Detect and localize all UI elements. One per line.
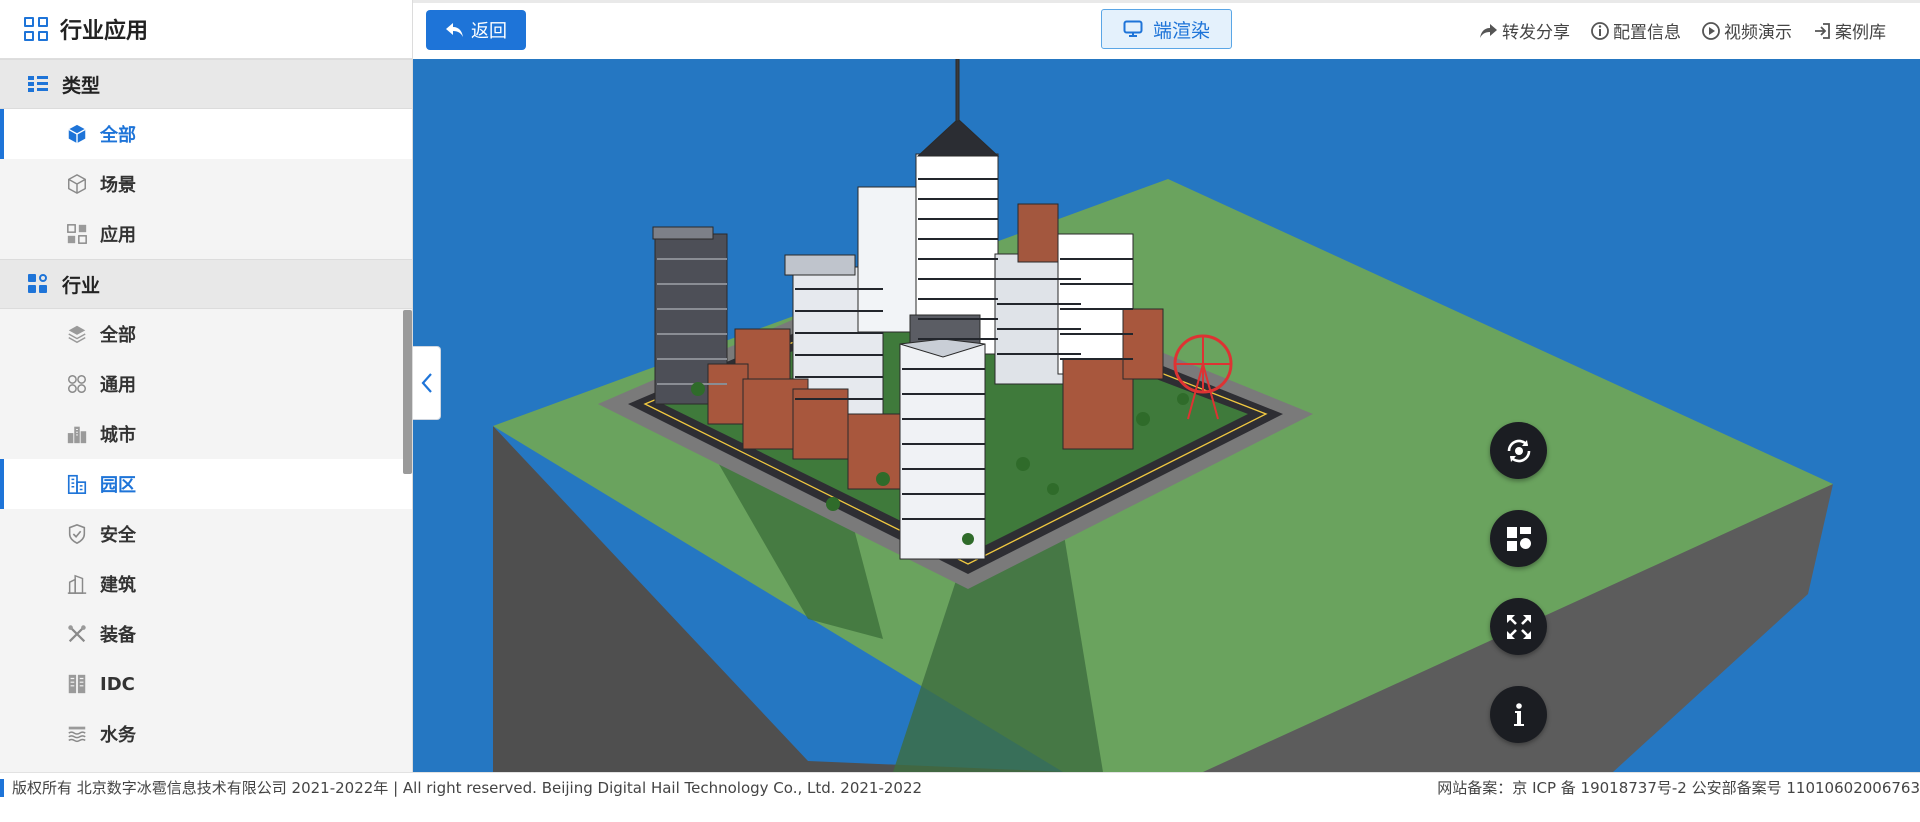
list-icon	[28, 75, 48, 93]
case-library-button[interactable]: 案例库	[1812, 18, 1886, 43]
industry-item-label: IDC	[100, 673, 135, 695]
top-actions: 转发分享 配置信息 视频演示 案例库	[1459, 18, 1886, 43]
share-button[interactable]: 转发分享	[1479, 18, 1570, 43]
expand-icon	[1506, 614, 1531, 639]
chevron-left-icon	[421, 373, 432, 393]
cube-filled-icon	[66, 123, 88, 145]
footer: 版权所有 北京数字冰雹信息技术有限公司 2021-2022年 | All rig…	[0, 772, 1920, 822]
industry-item-label: 安全	[100, 525, 136, 546]
back-arrow-icon	[446, 23, 463, 37]
video-demo-label: 视频演示	[1724, 23, 1792, 43]
industry-item-idc[interactable]: IDC	[0, 659, 412, 709]
industry-item-label: 水务	[100, 725, 136, 746]
back-button-label: 返回	[471, 21, 507, 42]
type-item-app[interactable]: 应用	[0, 209, 412, 259]
cube-outline-icon	[66, 173, 88, 195]
sidebar-title: 行业应用	[0, 0, 412, 59]
grid-icon	[24, 17, 48, 41]
section-header-industry[interactable]: 行业	[0, 259, 412, 309]
rotate-icon	[1507, 439, 1530, 462]
industry-item-park[interactable]: 园区	[0, 459, 412, 509]
industry-item-building[interactable]: 建筑	[0, 559, 412, 609]
login-icon	[1815, 22, 1830, 39]
industry-item-label: 城市	[100, 425, 136, 446]
config-info-label: 配置信息	[1613, 23, 1681, 43]
case-library-label: 案例库	[1835, 23, 1886, 43]
fullscreen-button[interactable]	[1490, 598, 1547, 655]
config-info-button[interactable]: 配置信息	[1590, 18, 1681, 43]
city-scene[interactable]	[413, 59, 1920, 772]
render-mode-label: 端渲染	[1152, 19, 1210, 42]
industry-item-all[interactable]: 全部	[0, 309, 412, 359]
layout-icon	[1506, 526, 1531, 551]
section-header-type[interactable]: 类型	[0, 59, 412, 109]
type-item-label: 应用	[100, 225, 136, 246]
info-icon	[1591, 21, 1609, 40]
shield-check-icon	[66, 523, 88, 545]
sidebar: 行业应用 类型 全部 场景 应用 行业 全部 通用 城市 园区 安全 建筑 装备…	[0, 0, 413, 772]
industry-item-label: 装备	[100, 625, 136, 646]
tools-icon	[66, 623, 88, 645]
city-icon	[66, 423, 88, 445]
video-demo-button[interactable]: 视频演示	[1701, 18, 1792, 43]
section-label-industry: 行业	[62, 274, 101, 297]
layers-icon	[66, 323, 88, 345]
park-buildings-icon	[66, 473, 88, 495]
icp-record-text: 网站备案：京 ICP 备 19018737号-2 公安部备案号 11010602…	[1437, 779, 1920, 797]
water-icon	[66, 723, 88, 745]
industry-item-city[interactable]: 城市	[0, 409, 412, 459]
industry-item-water[interactable]: 水务	[0, 709, 412, 759]
server-rack-icon	[66, 673, 88, 695]
type-item-label: 场景	[100, 175, 136, 196]
type-item-scene[interactable]: 场景	[0, 159, 412, 209]
app-grid-icon	[66, 223, 88, 245]
building-icon	[66, 573, 88, 595]
section-label-type: 类型	[62, 74, 101, 97]
industry-item-label: 园区	[100, 475, 136, 496]
collapse-sidebar-button[interactable]	[413, 346, 441, 420]
type-item-all[interactable]: 全部	[0, 109, 412, 159]
share-label: 转发分享	[1502, 23, 1570, 43]
render-mode-button[interactable]: 端渲染	[1101, 9, 1232, 49]
layout-button[interactable]	[1490, 510, 1547, 567]
industry-item-label: 全部	[100, 325, 136, 346]
monitor-icon	[1123, 20, 1143, 37]
industry-item-general[interactable]: 通用	[0, 359, 412, 409]
info-button[interactable]	[1490, 686, 1547, 743]
apps-icon	[28, 274, 48, 294]
rotate-view-button[interactable]	[1490, 422, 1547, 479]
3d-viewport[interactable]	[413, 59, 1920, 772]
info-i-icon	[1513, 702, 1524, 726]
play-icon	[1702, 21, 1720, 40]
sidebar-scrollbar[interactable]	[403, 310, 412, 474]
industry-item-label: 通用	[100, 375, 136, 396]
grid-circles-icon	[66, 373, 88, 395]
industry-item-security[interactable]: 安全	[0, 509, 412, 559]
sidebar-title-text: 行业应用	[60, 19, 149, 44]
industry-item-label: 建筑	[100, 575, 136, 596]
top-toolbar: 返回 端渲染 转发分享 配置信息 视频演示 案例库	[413, 0, 1920, 59]
type-item-label: 全部	[100, 125, 136, 146]
share-icon	[1480, 23, 1497, 38]
industry-item-equipment[interactable]: 装备	[0, 609, 412, 659]
back-button[interactable]: 返回	[426, 10, 526, 50]
copyright-text: 版权所有 北京数字冰雹信息技术有限公司 2021-2022年 | All rig…	[0, 779, 922, 797]
